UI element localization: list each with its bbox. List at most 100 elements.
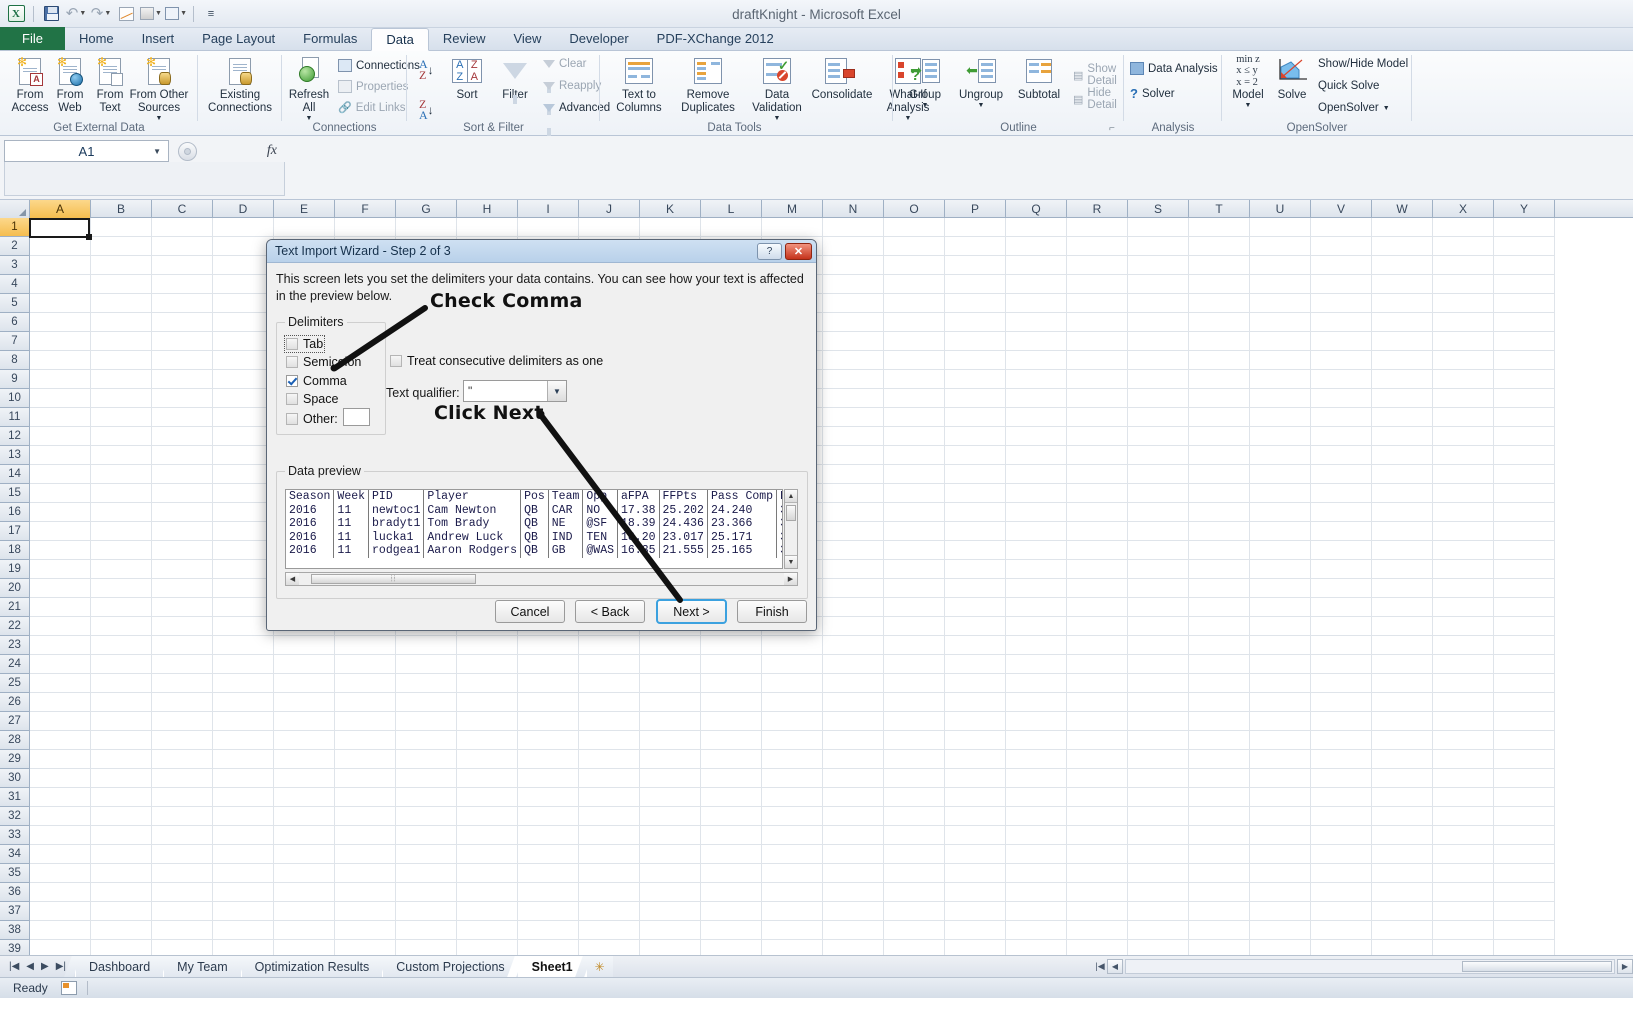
cell-S13[interactable] [1128,446,1189,465]
cell-P25[interactable] [945,674,1006,693]
cell-G28[interactable] [396,731,457,750]
cell-P34[interactable] [945,845,1006,864]
column-header-r[interactable]: R [1067,200,1128,218]
cell-A21[interactable] [30,598,91,617]
cell-V5[interactable] [1311,294,1372,313]
cell-K36[interactable] [640,883,701,902]
cell-O35[interactable] [884,864,945,883]
cell-X4[interactable] [1433,275,1494,294]
cell-A37[interactable] [30,902,91,921]
cell-K30[interactable] [640,769,701,788]
cell-R20[interactable] [1067,579,1128,598]
cell-U31[interactable] [1250,788,1311,807]
cell-D14[interactable] [213,465,274,484]
cell-R26[interactable] [1067,693,1128,712]
cell-S34[interactable] [1128,845,1189,864]
cell-N37[interactable] [823,902,884,921]
cell-Q11[interactable] [1006,408,1067,427]
cell-N38[interactable] [823,921,884,940]
grid-row[interactable] [30,693,1633,712]
cell-M30[interactable] [762,769,823,788]
cell-R31[interactable] [1067,788,1128,807]
cell-Q33[interactable] [1006,826,1067,845]
cell-M29[interactable] [762,750,823,769]
cell-P32[interactable] [945,807,1006,826]
cell-X8[interactable] [1433,351,1494,370]
cell-U33[interactable] [1250,826,1311,845]
cell-L32[interactable] [701,807,762,826]
cell-C25[interactable] [152,674,213,693]
cell-U11[interactable] [1250,408,1311,427]
column-header-n[interactable]: N [823,200,884,218]
cell-C35[interactable] [152,864,213,883]
cell-X17[interactable] [1433,522,1494,541]
cell-A5[interactable] [30,294,91,313]
cell-U36[interactable] [1250,883,1311,902]
cell-T5[interactable] [1189,294,1250,313]
cell-B12[interactable] [91,427,152,446]
cell-W24[interactable] [1372,655,1433,674]
cell-N16[interactable] [823,503,884,522]
ribbon-tab-review[interactable]: Review [429,27,500,50]
cell-N2[interactable] [823,237,884,256]
ribbon-tab-data[interactable]: Data [371,28,429,51]
cell-P14[interactable] [945,465,1006,484]
cell-C19[interactable] [152,560,213,579]
group-button[interactable]: ➡ Group ▼ [901,55,949,110]
cell-V13[interactable] [1311,446,1372,465]
ribbon[interactable]: ✻ A From Access ✻ From Web ✻ From Text ✻… [0,51,1633,137]
cell-W32[interactable] [1372,807,1433,826]
cell-R22[interactable] [1067,617,1128,636]
cell-N9[interactable] [823,370,884,389]
cell-W14[interactable] [1372,465,1433,484]
cell-H1[interactable] [457,218,518,237]
cell-N10[interactable] [823,389,884,408]
row-header-13[interactable]: 13 [0,446,30,465]
cell-V36[interactable] [1311,883,1372,902]
cell-X23[interactable] [1433,636,1494,655]
cell-J29[interactable] [579,750,640,769]
cell-V11[interactable] [1311,408,1372,427]
scroll-left-icon[interactable]: ◀ [286,573,299,585]
cell-A8[interactable] [30,351,91,370]
cell-T8[interactable] [1189,351,1250,370]
ribbon-tab-strip[interactable]: File Home Insert Page Layout Formulas Da… [0,27,1633,51]
cell-Q36[interactable] [1006,883,1067,902]
delimiter-other-checkbox[interactable]: Other: [286,412,338,426]
cell-Q28[interactable] [1006,731,1067,750]
grid-row[interactable] [30,750,1633,769]
cell-U25[interactable] [1250,674,1311,693]
cell-U8[interactable] [1250,351,1311,370]
cell-A4[interactable] [30,275,91,294]
cell-S32[interactable] [1128,807,1189,826]
cell-P13[interactable] [945,446,1006,465]
cell-X28[interactable] [1433,731,1494,750]
cell-Y36[interactable] [1494,883,1555,902]
existing-connections-button[interactable]: Existing Connections [204,55,276,115]
cell-U29[interactable] [1250,750,1311,769]
cell-Y29[interactable] [1494,750,1555,769]
cell-R25[interactable] [1067,674,1128,693]
dialog-title-bar[interactable]: Text Import Wizard - Step 2 of 3 ? ✕ [267,240,816,263]
cell-G32[interactable] [396,807,457,826]
cell-B38[interactable] [91,921,152,940]
cell-R1[interactable] [1067,218,1128,237]
cell-E36[interactable] [274,883,335,902]
cell-Q32[interactable] [1006,807,1067,826]
column-header-w[interactable]: W [1372,200,1433,218]
cell-B21[interactable] [91,598,152,617]
cell-E39[interactable] [274,940,335,955]
cell-T33[interactable] [1189,826,1250,845]
cell-O26[interactable] [884,693,945,712]
cell-V20[interactable] [1311,579,1372,598]
row-header-33[interactable]: 33 [0,826,30,845]
preview-horizontal-scrollbar[interactable]: ◀ ⦙⦙ ▶ [285,572,798,586]
cell-Y23[interactable] [1494,636,1555,655]
cell-T4[interactable] [1189,275,1250,294]
cell-I30[interactable] [518,769,579,788]
cell-N15[interactable] [823,484,884,503]
cell-S35[interactable] [1128,864,1189,883]
cell-D13[interactable] [213,446,274,465]
cell-N17[interactable] [823,522,884,541]
cell-F30[interactable] [335,769,396,788]
